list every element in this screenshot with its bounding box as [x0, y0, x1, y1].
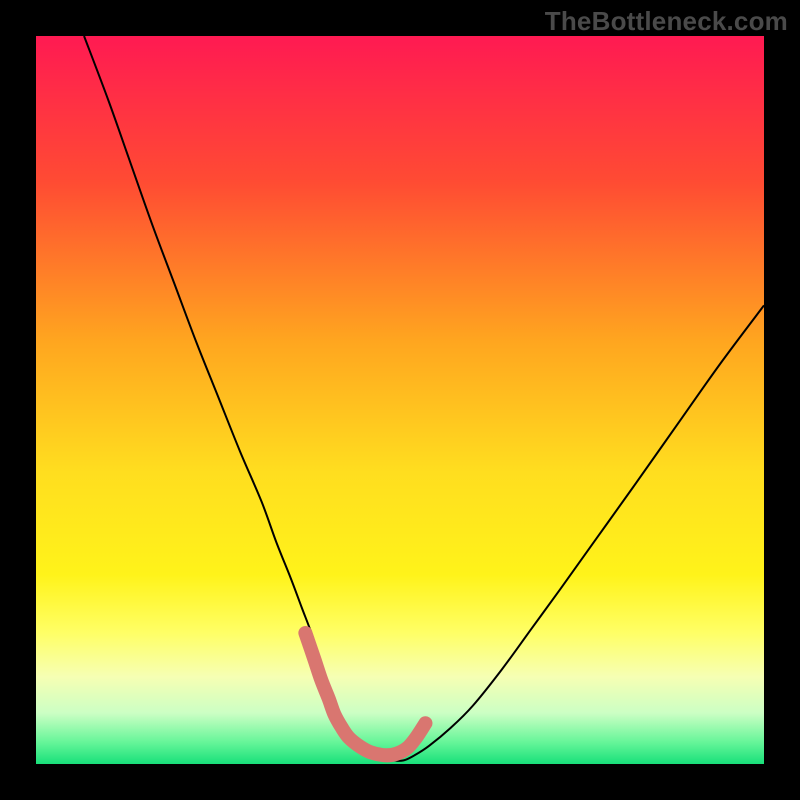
chart-container: TheBottleneck.com: [0, 0, 800, 800]
bottleneck-chart: [0, 0, 800, 800]
plot-background: [36, 36, 764, 764]
watermark: TheBottleneck.com: [545, 6, 788, 37]
